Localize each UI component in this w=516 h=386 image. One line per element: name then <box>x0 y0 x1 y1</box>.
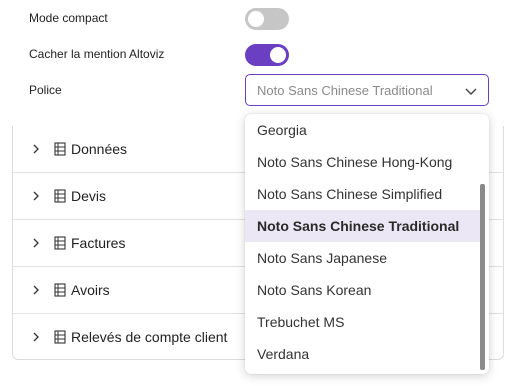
compact-mode-toggle[interactable] <box>245 8 289 30</box>
chevron-down-icon <box>465 88 477 95</box>
table-icon <box>54 142 66 156</box>
compact-mode-label: Mode compact <box>29 11 108 25</box>
font-option-noto-korean[interactable]: Noto Sans Korean <box>245 274 481 306</box>
dropdown-scrollbar[interactable] <box>480 184 485 370</box>
section-label: Relevés de compte client <box>71 329 228 345</box>
table-icon <box>54 330 66 344</box>
section-label: Devis <box>71 188 107 204</box>
font-select[interactable]: Noto Sans Chinese Traditional <box>245 74 489 106</box>
section-label: Factures <box>71 235 126 251</box>
font-option-noto-hk[interactable]: Noto Sans Chinese Hong-Kong <box>245 146 481 178</box>
chevron-right-icon <box>33 144 39 154</box>
font-dropdown-menu: Georgia Noto Sans Chinese Hong-Kong Noto… <box>245 114 489 374</box>
font-label: Police <box>29 83 62 97</box>
font-select-value: Noto Sans Chinese Traditional <box>257 83 433 98</box>
table-icon <box>54 283 66 297</box>
font-option-noto-simplified[interactable]: Noto Sans Chinese Simplified <box>245 178 481 210</box>
chevron-right-icon <box>33 332 39 342</box>
font-option-noto-traditional[interactable]: Noto Sans Chinese Traditional <box>245 210 481 242</box>
chevron-right-icon <box>33 191 39 201</box>
display-settings: Mode compact Cacher la mention Altoviz P… <box>0 0 516 128</box>
font-option-verdana[interactable]: Verdana <box>245 338 481 370</box>
table-icon <box>54 189 66 203</box>
section-label: Avoirs <box>71 282 110 298</box>
font-option-noto-japanese[interactable]: Noto Sans Japanese <box>245 242 481 274</box>
font-option-trebuchet[interactable]: Trebuchet MS <box>245 306 481 338</box>
toggle-knob <box>248 11 264 27</box>
section-label: Données <box>71 141 128 157</box>
toggle-knob <box>270 47 286 63</box>
font-option-georgia[interactable]: Georgia <box>245 114 481 146</box>
chevron-right-icon <box>33 285 39 295</box>
table-icon <box>54 236 66 250</box>
hide-mention-toggle[interactable] <box>245 44 289 66</box>
chevron-right-icon <box>33 238 39 248</box>
hide-mention-label: Cacher la mention Altoviz <box>29 47 165 61</box>
